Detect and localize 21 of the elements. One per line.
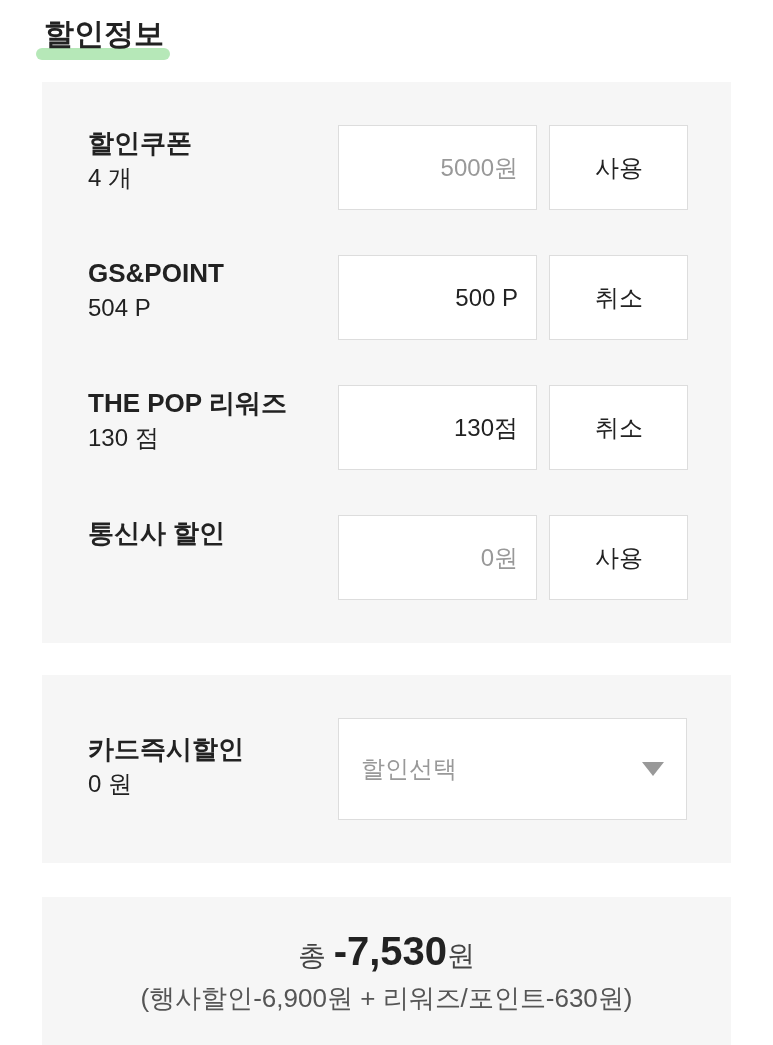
section-title: 할인정보 <box>43 16 165 52</box>
apply-button[interactable]: 취소 <box>549 385 688 470</box>
dropdown-caret-icon <box>642 762 664 776</box>
discount-amount: 4 개 <box>88 163 133 193</box>
apply-button[interactable]: 취소 <box>549 255 688 340</box>
discount-label: 카드즉시할인 <box>88 733 245 765</box>
amount-input[interactable]: 130점 <box>338 385 537 470</box>
discount-label: THE POP 리워즈 <box>88 387 288 419</box>
amount-input[interactable]: 5000원 <box>338 125 537 210</box>
apply-button[interactable]: 사용 <box>549 515 688 600</box>
discount-label: 할인쿠폰 <box>88 127 193 159</box>
total-breakdown: (행사할인-6,900원 + 리워즈/포인트-630원) <box>140 982 633 1015</box>
discount-label: 통신사 할인 <box>88 517 227 549</box>
amount-input[interactable]: 0원 <box>338 515 537 600</box>
amount-input[interactable]: 500 P <box>338 255 537 340</box>
discount-amount: 0 원 <box>88 769 133 799</box>
total-amount: 총 -7,530원 <box>297 929 476 975</box>
apply-button[interactable]: 사용 <box>549 125 688 210</box>
discount-amount: 130 점 <box>88 423 160 453</box>
discount-amount: 504 P <box>88 293 152 323</box>
discount-label: GS&POINT <box>88 257 225 289</box>
